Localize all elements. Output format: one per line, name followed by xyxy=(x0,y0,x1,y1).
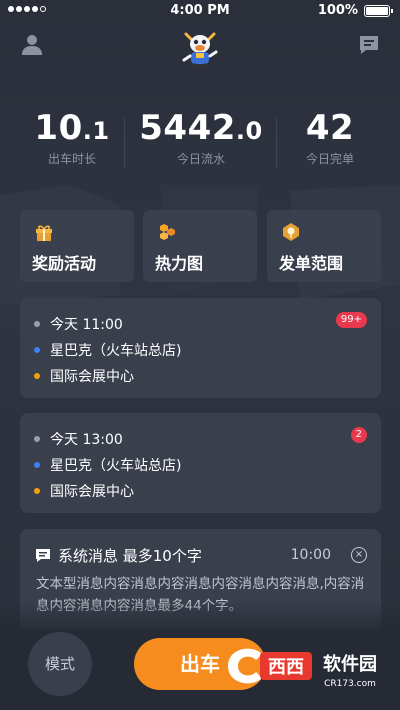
order-badge: 99+ xyxy=(335,312,367,328)
divider xyxy=(276,118,277,168)
order-card[interactable]: 今天 13:00 2 星巴克（火车站总店) 国际会展中心 xyxy=(20,413,381,513)
stats-panel: 10.1 出车时长 5442.0 今日流水 42 今日完单 xyxy=(0,108,400,178)
watermark-site: CR173.com xyxy=(324,679,376,689)
order-from-row: 星巴克（火车站总店) xyxy=(34,455,181,475)
order-time: 今天 11:00 xyxy=(50,317,123,333)
order-from: 星巴克（火车站总店) xyxy=(50,343,182,359)
message-icon[interactable] xyxy=(358,34,380,56)
heatmap-button[interactable]: 热力图 xyxy=(143,210,257,282)
order-from-row: 星巴克（火车站总店) xyxy=(34,340,181,360)
stat-label: 出车时长 xyxy=(47,152,96,166)
close-icon[interactable]: × xyxy=(351,547,367,563)
stat-label: 今日完单 xyxy=(305,152,354,166)
gift-icon xyxy=(36,225,52,241)
time-dot-icon xyxy=(34,321,40,327)
status-bar: 4:00 PM 100% xyxy=(0,0,400,22)
origin-dot-icon xyxy=(34,462,40,468)
stat-revenue: 5442.0 今日流水 xyxy=(128,108,274,167)
order-from: 星巴克（火车站总店) xyxy=(50,458,182,474)
system-message-title: 系统消息 最多10个字 xyxy=(58,547,202,565)
feature-label: 奖励活动 xyxy=(32,254,97,273)
mascot-logo-icon xyxy=(182,32,218,69)
user-icon[interactable] xyxy=(20,32,44,56)
stat-drive-time: 10.1 出车时长 xyxy=(22,108,122,167)
stat-value: 42 xyxy=(305,108,355,148)
system-message-time: 10:00 xyxy=(290,547,331,563)
order-badge: 2 xyxy=(350,427,367,443)
origin-dot-icon xyxy=(34,347,40,353)
order-to: 国际会展中心 xyxy=(50,484,134,500)
stat-decimal: .1 xyxy=(82,117,110,145)
order-time-row: 今天 11:00 xyxy=(34,314,123,334)
watermark-brand: 西西 xyxy=(268,657,304,678)
destination-dot-icon xyxy=(34,488,40,494)
message-bubble-icon xyxy=(36,549,50,562)
reward-activity-button[interactable]: 奖励活动 xyxy=(20,210,134,282)
order-time: 今天 13:00 xyxy=(50,432,123,448)
order-to-row: 国际会展中心 xyxy=(34,366,134,386)
mode-button[interactable]: 模式 xyxy=(28,632,92,696)
order-card[interactable]: 今天 11:00 99+ 星巴克（火车站总店) 国际会展中心 xyxy=(20,298,381,398)
battery-percent: 100% xyxy=(317,3,358,18)
dispatch-range-button[interactable]: 发单范围 xyxy=(267,210,381,282)
system-message-header: 系统消息 最多10个字 xyxy=(36,545,202,566)
stat-value: 10 xyxy=(34,108,83,148)
watermark-name: 软件园 xyxy=(323,653,377,675)
stat-completed: 42 今日完单 xyxy=(280,108,380,167)
heatmap-icon xyxy=(160,224,175,240)
watermark-logo: 西西 软件园 CR173.com xyxy=(228,648,377,689)
feature-label: 热力图 xyxy=(155,254,204,273)
range-icon xyxy=(283,223,299,241)
battery-icon xyxy=(364,5,393,17)
order-to: 国际会展中心 xyxy=(50,369,134,385)
stat-label: 今日流水 xyxy=(176,152,225,166)
stat-decimal: .0 xyxy=(235,117,263,145)
destination-dot-icon xyxy=(34,373,40,379)
feature-label: 发单范围 xyxy=(279,254,344,273)
stat-value: 5442 xyxy=(139,108,236,148)
order-time-row: 今天 13:00 xyxy=(34,429,123,449)
time-dot-icon xyxy=(34,436,40,442)
order-to-row: 国际会展中心 xyxy=(34,481,134,501)
divider xyxy=(124,118,125,168)
